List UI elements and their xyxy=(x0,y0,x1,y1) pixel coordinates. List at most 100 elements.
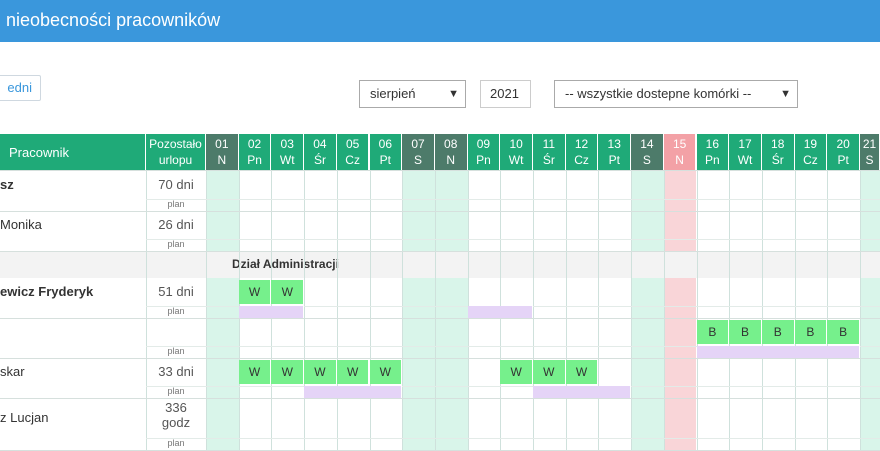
day-number: 20 xyxy=(836,137,850,151)
chevron-down-icon: ▼ xyxy=(448,88,459,100)
header-day-07: 07 S xyxy=(402,134,435,170)
units-value: -- wszystkie dostepne komórki -- xyxy=(565,86,752,101)
day-number: 18 xyxy=(771,137,785,151)
day-number: 05 xyxy=(345,137,360,151)
employee-name[interactable]: z Lucjan xyxy=(0,410,48,425)
grid-vline xyxy=(206,170,207,450)
absence-cell[interactable]: W xyxy=(238,280,272,304)
plan-label: plan xyxy=(167,438,185,448)
plan-bar[interactable] xyxy=(533,386,632,398)
header-day-20: 20 Pt xyxy=(827,134,860,170)
header-day-21: 21 S xyxy=(860,134,880,170)
grid-vline xyxy=(402,170,404,450)
absence-cell[interactable]: B xyxy=(696,320,730,344)
plan-bar[interactable] xyxy=(238,306,305,318)
plan-separator xyxy=(146,199,880,200)
header-day-17: 17 Wt xyxy=(729,134,762,170)
day-number: 16 xyxy=(705,137,720,151)
row-separator xyxy=(0,318,880,319)
plan-label: plan xyxy=(167,239,185,249)
day-weekday: S xyxy=(642,153,651,167)
day-column-bg-07 xyxy=(402,170,435,450)
absence-cell[interactable]: W xyxy=(500,360,533,384)
grid-vline xyxy=(761,170,763,450)
grid-vline xyxy=(663,170,665,450)
plan-separator xyxy=(146,386,880,387)
plan-bar[interactable] xyxy=(696,346,860,358)
grid-vline xyxy=(565,170,567,450)
header-day-11: 11 Śr xyxy=(533,134,566,170)
absence-cell[interactable]: B xyxy=(729,320,762,344)
absence-cell[interactable]: W xyxy=(271,280,305,304)
absence-cell[interactable]: W xyxy=(369,360,403,384)
day-number: 13 xyxy=(607,137,621,151)
grid-vline xyxy=(729,170,731,450)
plan-bar[interactable] xyxy=(467,306,533,318)
day-number: 07 xyxy=(411,137,425,151)
grid-vline xyxy=(827,170,829,450)
section-title: Dział Administracji xyxy=(232,257,339,271)
day-column-bg-15 xyxy=(663,170,697,450)
grid-vline xyxy=(860,170,861,450)
absence-cell[interactable]: B xyxy=(794,320,828,344)
header-day-19: 19 Cz xyxy=(794,134,828,170)
day-weekday: Pt xyxy=(837,153,849,167)
header-employee-label: Pracownik xyxy=(9,145,69,160)
day-number: 11 xyxy=(542,137,556,151)
day-weekday: N xyxy=(675,153,684,167)
day-number: 19 xyxy=(803,137,818,151)
plan-bar[interactable] xyxy=(304,386,403,398)
header-day-18: 18 Śr xyxy=(761,134,795,170)
remaining-leave: 26 dni xyxy=(158,217,194,232)
remaining-leave: 51 dni xyxy=(158,284,194,299)
absence-cell[interactable]: W xyxy=(238,360,272,384)
absence-cell[interactable]: W xyxy=(271,360,305,384)
header-day-09: 09 Pn xyxy=(467,134,501,170)
remaining-leave: 70 dni xyxy=(158,176,194,192)
chevron-down-icon: ▼ xyxy=(780,88,791,100)
day-number: 17 xyxy=(738,137,752,151)
absence-cell[interactable]: W xyxy=(304,360,337,384)
day-number: 15 xyxy=(672,137,687,151)
remaining-leave: 336 godz xyxy=(161,400,191,430)
grid-vline xyxy=(336,170,338,450)
month-value: sierpień xyxy=(370,86,416,101)
header-day-08: 08 N xyxy=(434,134,468,170)
day-weekday: Pn xyxy=(705,153,720,167)
day-weekday: Pt xyxy=(379,153,392,167)
absence-cell[interactable]: W xyxy=(533,360,566,384)
section-row: Dział Administracji xyxy=(0,251,880,278)
employee-name[interactable]: skar xyxy=(0,364,25,379)
plan-label: plan xyxy=(167,346,185,356)
day-weekday: Cz xyxy=(345,153,360,167)
absence-cell[interactable]: W xyxy=(565,360,599,384)
year-input[interactable]: 2021 xyxy=(480,80,531,108)
employee-name[interactable]: Monika xyxy=(0,217,42,232)
employee-name[interactable]: ewicz Fryderyk xyxy=(0,284,93,299)
day-number: 06 xyxy=(378,137,393,151)
day-column-bg-08 xyxy=(434,170,468,450)
absence-cell[interactable]: B xyxy=(761,320,795,344)
day-number: 10 xyxy=(509,137,523,151)
absence-cell[interactable]: B xyxy=(827,320,860,344)
day-column-bg-14 xyxy=(631,170,664,450)
day-column-bg-01 xyxy=(206,170,239,450)
header-day-04: 04 Śr xyxy=(304,134,337,170)
units-select[interactable]: -- wszystkie dostepne komórki -- ▼ xyxy=(554,80,798,108)
absence-cell[interactable]: W xyxy=(336,360,370,384)
day-weekday: Wt xyxy=(508,153,524,167)
employee-name[interactable]: sz xyxy=(0,177,14,192)
header-day-10: 10 Wt xyxy=(500,134,533,170)
header-day-13: 13 Pt xyxy=(598,134,632,170)
header-day-02: 02 Pn xyxy=(238,134,272,170)
day-number: 21 xyxy=(862,137,877,151)
plan-label: plan xyxy=(167,306,185,316)
grid-vline xyxy=(533,170,534,450)
header-remaining-line2: urlopu xyxy=(158,153,193,167)
previous-button[interactable]: edni xyxy=(0,75,41,101)
month-select[interactable]: sierpień ▼ xyxy=(359,80,466,108)
grid-vline xyxy=(304,170,306,450)
grid-vline xyxy=(369,170,371,450)
header-day-06: 06 Pt xyxy=(369,134,403,170)
day-weekday: N xyxy=(217,153,227,167)
